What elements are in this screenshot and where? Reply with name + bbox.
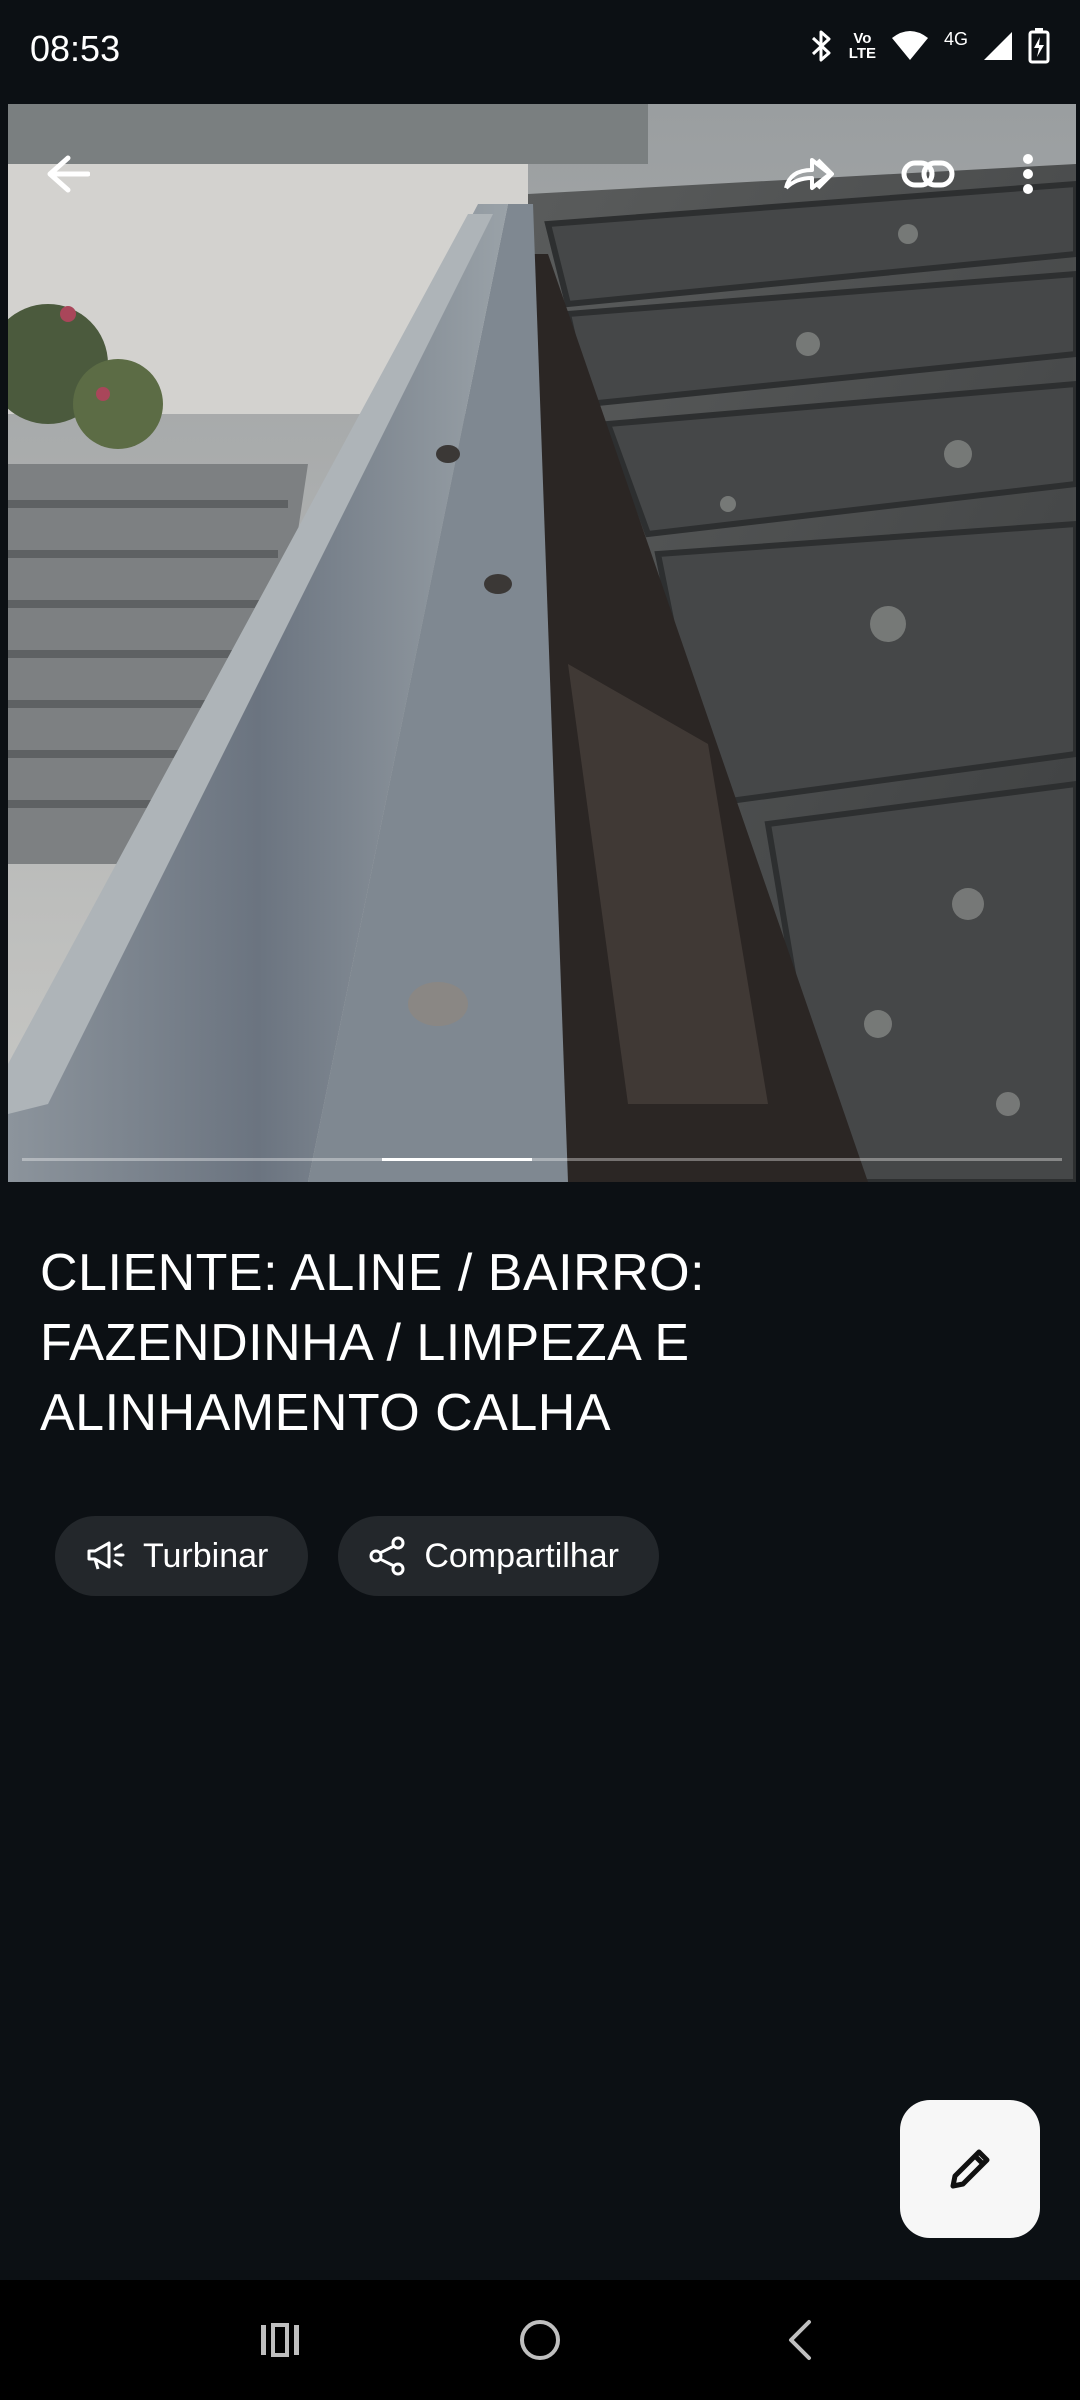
edit-fab[interactable]: [900, 2100, 1040, 2238]
battery-charging-icon: [1028, 28, 1050, 64]
post-title: CLIENTE: ALINE / BAIRRO: FAZENDINHA / LI…: [40, 1244, 706, 1442]
status-bar: 08:53 Vo LTE 4G: [0, 0, 1080, 102]
boost-button[interactable]: Turbinar: [55, 1516, 309, 1596]
link-icon: [901, 160, 955, 188]
recent-apps-button[interactable]: [240, 2300, 320, 2380]
status-time: 08:53: [30, 28, 121, 69]
back-arrow-icon: [47, 155, 90, 193]
megaphone-icon: [87, 1541, 125, 1570]
share-button[interactable]: Compartilhar: [338, 1516, 659, 1596]
gutter-photo-image: [8, 104, 1076, 1182]
share-icon: [369, 1536, 405, 1576]
more-vert-icon: [1023, 154, 1033, 194]
home-icon: [520, 2320, 560, 2360]
home-button[interactable]: [500, 2300, 580, 2380]
share-forward-icon: [784, 158, 834, 190]
wifi-icon: [890, 30, 930, 62]
recent-apps-icon: [261, 2323, 299, 2357]
photo-progress-indicator: [382, 1158, 532, 1161]
signal-icon: [982, 30, 1014, 62]
screen: 08:53 Vo LTE 4G CLIENTE: ALINE / BAIRRO:…: [0, 0, 1080, 2400]
volte-icon: Vo LTE: [848, 30, 876, 62]
post-photo[interactable]: [8, 104, 1076, 1182]
edit-pencil-icon: [950, 2149, 990, 2189]
forward-share-button[interactable]: [768, 134, 848, 214]
status-icons: Vo LTE 4G: [809, 28, 1050, 64]
system-nav-bar: [0, 2280, 1080, 2400]
back-icon: [789, 2320, 811, 2360]
back-button[interactable]: [28, 134, 108, 214]
photo-progress-track: [22, 1158, 1062, 1161]
more-options-button[interactable]: [988, 134, 1068, 214]
nav-back-button[interactable]: [760, 2300, 840, 2380]
network-type-label: 4G: [943, 29, 968, 49]
action-chips: Turbinar Compartilhar: [55, 1516, 659, 1596]
share-label: Compartilhar: [424, 1536, 619, 1575]
copy-link-button[interactable]: [888, 134, 968, 214]
bluetooth-icon: [809, 29, 835, 63]
boost-label: Turbinar: [143, 1536, 269, 1575]
